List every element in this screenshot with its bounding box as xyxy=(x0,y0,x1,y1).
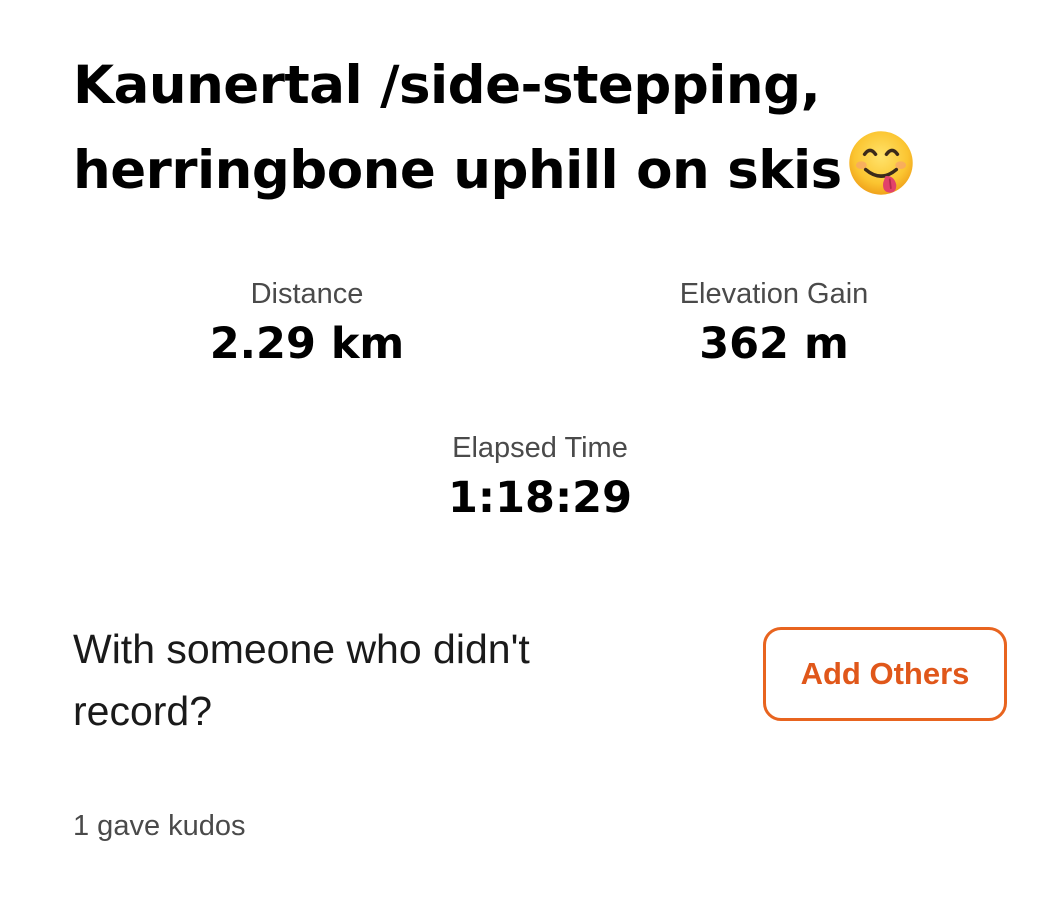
stat-elevation-gain: Elevation Gain 362 m xyxy=(574,274,974,374)
stat-elapsed-time-value: 1:18:29 xyxy=(448,473,632,523)
stat-elevation-gain-label: Elevation Gain xyxy=(679,278,869,310)
stat-distance-label: Distance xyxy=(250,278,364,310)
activity-title: Kaunertal /side-stepping, herringbone up… xyxy=(73,44,973,213)
stat-elapsed-time: Elapsed Time 1:18:29 xyxy=(340,428,740,528)
face-savoring-food-icon xyxy=(846,128,916,198)
stat-elapsed-time-label: Elapsed Time xyxy=(452,432,628,464)
stat-distance: Distance 2.29 km xyxy=(107,274,507,374)
stat-distance-value: 2.29 km xyxy=(209,319,405,369)
kudos-count-link[interactable]: 1 gave kudos xyxy=(73,806,246,846)
stat-elevation-gain-value: 362 m xyxy=(699,319,849,369)
activity-title-text: Kaunertal /side-stepping, herringbone up… xyxy=(73,55,842,201)
add-others-button[interactable]: Add Others xyxy=(763,627,1007,721)
with-others-prompt: With someone who didn't record? xyxy=(73,626,530,734)
